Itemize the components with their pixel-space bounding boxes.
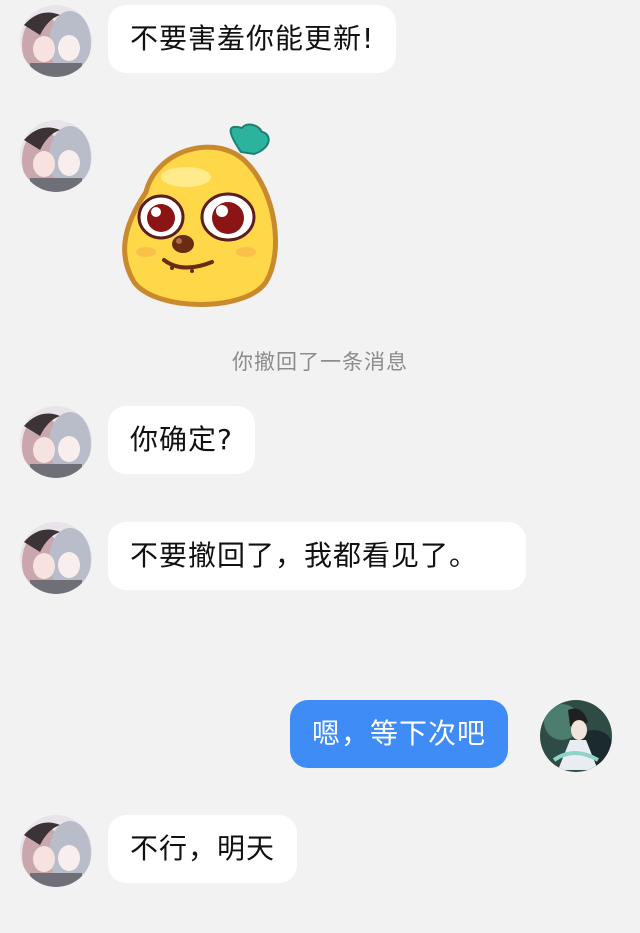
contact-avatar[interactable]: [20, 120, 92, 192]
message-bubble-incoming[interactable]: 不要害羞你能更新!: [108, 5, 397, 73]
message-bubble-incoming[interactable]: 你确定?: [108, 406, 255, 474]
contact-avatar[interactable]: [20, 5, 92, 77]
self-avatar[interactable]: [540, 700, 612, 772]
contact-avatar[interactable]: [20, 522, 92, 594]
smiling-potato-face-sticker[interactable]: [116, 122, 286, 307]
message-bubble-outgoing[interactable]: 嗯，等下次吧: [290, 700, 509, 768]
message-bubble-incoming[interactable]: 不要撤回了，我都看见了。: [108, 522, 526, 590]
contact-avatar[interactable]: [20, 406, 92, 478]
recall-notice: 你撤回了一条消息: [232, 350, 408, 374]
contact-avatar[interactable]: [20, 815, 92, 887]
message-bubble-incoming[interactable]: 不行，明天: [108, 815, 298, 883]
